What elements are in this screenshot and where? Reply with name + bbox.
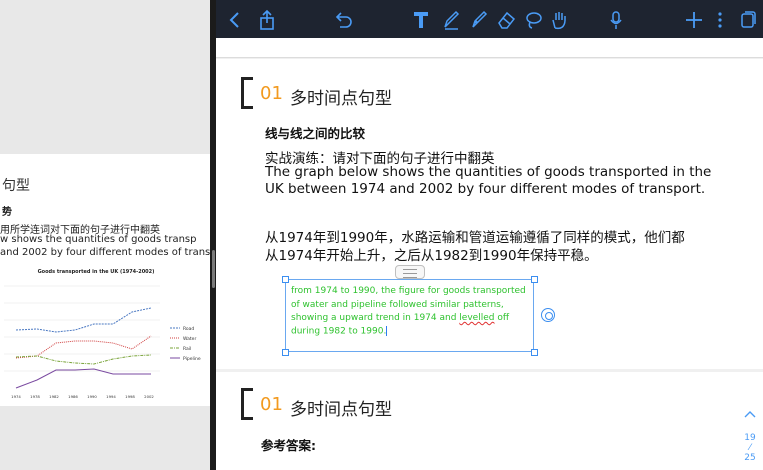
hand-icon[interactable] — [550, 9, 570, 31]
chinese-sentence-line: 从1974年到1990年，水路运输和管道运输遵循了同样的模式，他们都 — [265, 230, 685, 246]
x-tick-label: 1974 — [11, 394, 21, 399]
current-page-number: 19 — [744, 433, 756, 443]
text-box-drag-grip[interactable] — [395, 265, 425, 279]
section-number: 01 — [260, 394, 283, 415]
share-icon[interactable] — [258, 9, 276, 31]
left-text-line: and 2002 by four different modes of tran… — [0, 247, 210, 258]
chart-x-axis-labels: 1974 1978 1982 1986 1990 1994 1998 2002 — [11, 394, 154, 399]
legend-rail: Rail — [183, 346, 191, 352]
textbox-text: showing a upward trend in 1974 and — [291, 313, 460, 323]
back-icon[interactable] — [228, 9, 242, 31]
section-bracket — [241, 77, 253, 109]
split-view-handle[interactable] — [212, 250, 215, 288]
rotate-handle[interactable] — [541, 308, 555, 322]
x-tick-label: 2002 — [144, 394, 154, 399]
answer-label: 参考答案: — [261, 438, 316, 453]
document-page[interactable]: 01 多时间点句型 参考答案: — [216, 372, 763, 470]
lasso-icon[interactable] — [524, 9, 544, 31]
textbox-line[interactable]: from 1974 to 1990, the figure for goods … — [291, 286, 526, 296]
microphone-icon[interactable] — [608, 9, 624, 31]
goods-transport-chart: Goods transported in the UK (1974-2002) — [4, 269, 201, 399]
textbox-line[interactable]: during 1982 to 1990. — [291, 326, 388, 337]
section-number: 01 — [260, 83, 283, 104]
section-subtitle: 线与线之间的比较 — [265, 126, 366, 141]
add-icon[interactable] — [685, 9, 703, 31]
resize-handle[interactable] — [531, 349, 538, 356]
resize-handle[interactable] — [282, 276, 289, 283]
page-separator: ⁄ — [749, 443, 751, 453]
x-tick-label: 1978 — [30, 394, 40, 399]
spelling-error-word[interactable]: levelled — [459, 313, 494, 323]
right-editor-pane: 01 多时间点句型 线与线之间的比较 实战演练：请对下面的句子进行中翻英 The… — [216, 0, 763, 470]
series-rail-line — [15, 354, 152, 365]
editor-toolbar — [216, 0, 763, 38]
chinese-sentence-line: 从1974年开始上升，之后从1982到1990年保持平稳。 — [265, 248, 598, 264]
series-pipeline-line — [15, 368, 151, 389]
x-tick-label: 1994 — [106, 394, 116, 399]
highlighter-icon[interactable] — [470, 9, 488, 31]
textbox-text: off — [494, 313, 510, 323]
textbox-text: during 1982 to 1990. — [291, 326, 387, 337]
left-document-pane[interactable]: 句型 势 用所学连词对下面的句子进行中翻英 w shows the quanti… — [0, 0, 210, 470]
previous-page-bottom — [216, 38, 763, 58]
series-water-line — [15, 335, 152, 359]
undo-icon[interactable] — [334, 9, 352, 31]
x-tick-label: 1986 — [68, 394, 78, 399]
textbox-line[interactable]: showing a upward trend in 1974 and level… — [291, 313, 509, 323]
x-tick-label: 1982 — [49, 394, 59, 399]
section-title: 多时间点句型 — [290, 400, 392, 420]
legend-road: Road — [183, 326, 194, 332]
pages-icon[interactable] — [739, 9, 757, 31]
left-text-line: w shows the quantities of goods transp — [0, 234, 197, 245]
chart-gridlines — [4, 285, 160, 372]
app-window: 句型 势 用所学连词对下面的句子进行中翻英 w shows the quanti… — [0, 0, 763, 470]
chart-title: Goods transported in the UK (1974-2002) — [38, 269, 155, 275]
chart-legend: Road Water Rail Pipeline — [170, 326, 201, 362]
exercise-english-line: UK between 1974 and 2002 by four differe… — [265, 181, 706, 197]
legend-pipeline: Pipeline — [183, 356, 201, 362]
resize-handle[interactable] — [531, 276, 538, 283]
pen-icon[interactable] — [442, 9, 460, 31]
text-cursor — [386, 326, 388, 336]
more-icon[interactable] — [716, 9, 724, 31]
resize-handle[interactable] — [282, 349, 289, 356]
scroll-up-icon[interactable] — [744, 407, 756, 421]
eraser-icon[interactable] — [496, 9, 516, 31]
section-bracket — [241, 388, 253, 420]
left-subheading: 势 — [2, 207, 12, 218]
page-indicator[interactable]: 19 ⁄ 25 — [742, 433, 758, 463]
x-tick-label: 1998 — [125, 394, 135, 399]
section-title: 多时间点句型 — [290, 89, 392, 109]
exercise-english-line: The graph below shows the quantities of … — [265, 164, 712, 180]
legend-water: Water — [183, 336, 196, 342]
total-page-count: 25 — [744, 453, 756, 463]
left-document-page: 句型 势 用所学连词对下面的句子进行中翻英 w shows the quanti… — [0, 154, 210, 406]
x-tick-label: 1990 — [87, 394, 97, 399]
textbox-line[interactable]: of water and pipeline followed similar p… — [291, 300, 504, 310]
left-section-heading: 句型 — [2, 178, 30, 194]
text-tool-icon[interactable] — [412, 9, 430, 31]
